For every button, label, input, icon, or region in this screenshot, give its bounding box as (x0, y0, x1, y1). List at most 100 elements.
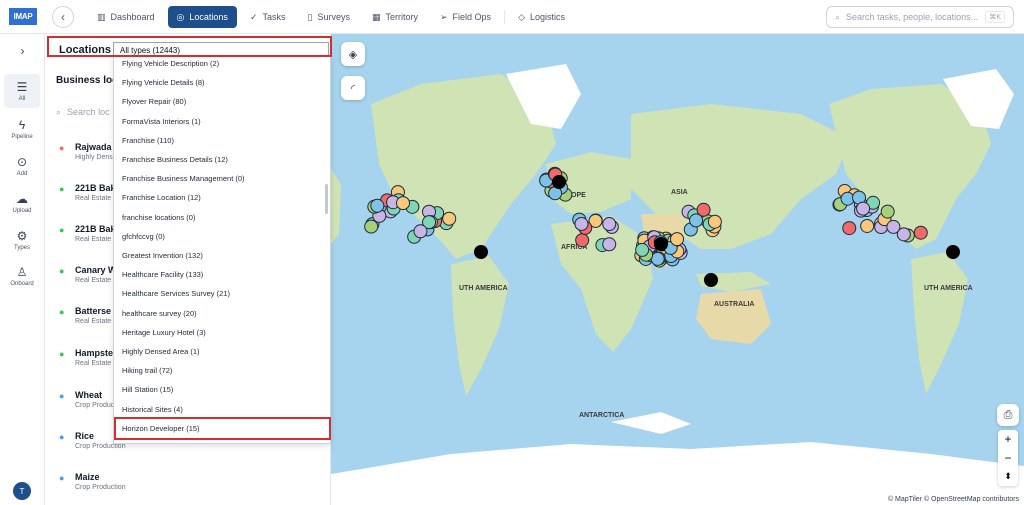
dropdown-option[interactable]: Historical Sites (4) (122, 405, 183, 414)
nav-field-ops[interactable]: ➢ Field Ops (431, 6, 500, 28)
nav-territory[interactable]: ▦ Territory (363, 6, 427, 28)
map-marker[interactable] (413, 224, 428, 239)
nav-tasks[interactable]: ✓ Tasks (241, 6, 295, 28)
nav-logistics[interactable]: ◇ Logistics (509, 6, 574, 28)
app-logo[interactable]: IMAP (9, 8, 37, 25)
print-button[interactable]: ⎙ (997, 404, 1019, 426)
map-marker[interactable] (602, 237, 617, 252)
map-marker[interactable] (552, 175, 566, 189)
map-marker[interactable] (704, 273, 718, 287)
zoom-controls: + − ⬍ (998, 430, 1018, 486)
location-pin-icon: ◎ (176, 11, 185, 22)
dropdown-option[interactable]: franchise locations (0) (122, 213, 195, 222)
map-marker[interactable] (442, 211, 457, 226)
rail-item-types[interactable]: ⚙ Types (4, 223, 40, 257)
dropdown-option[interactable]: Flying Vehicle Details (8) (122, 78, 205, 87)
location-pin-icon: ● (59, 307, 65, 317)
dropdown-option[interactable]: Greatest Invention (132) (122, 251, 203, 260)
rail-item-pipeline[interactable]: ϟ Pipeline (4, 112, 40, 146)
gear-icon: ⚙ (16, 229, 28, 243)
dropdown-option[interactable]: Hiking trail (72) (122, 366, 172, 375)
rail-item-onboard[interactable]: ♙ Onboard (4, 259, 40, 293)
dropdown-option[interactable]: Franchise Business Management (0) (122, 174, 245, 183)
pin-add-icon: ⊙ (16, 155, 28, 169)
dropdown-option[interactable]: Healthcare Services Survey (21) (122, 289, 230, 298)
nav-surveys[interactable]: ▯ Surveys (299, 6, 359, 28)
compass-button[interactable]: ⬍ (998, 467, 1018, 486)
chart-icon: ▥ (97, 11, 106, 22)
map-marker[interactable] (689, 213, 704, 228)
map-marker[interactable] (654, 237, 668, 251)
location-name: Canary W (75, 265, 117, 275)
back-button[interactable]: ‹ (52, 6, 74, 28)
map-marker[interactable] (707, 214, 722, 229)
nav-dashboard[interactable]: ▥ Dashboard (88, 6, 164, 28)
main-nav: ▥ Dashboard ◎ Locations ✓ Tasks ▯ Surveys ▦ T… (88, 6, 574, 28)
dropdown-option[interactable]: Healthcare Facility (133) (122, 270, 203, 279)
dropdown-option[interactable]: Franchise Location (12) (122, 193, 201, 202)
location-pin-icon: ● (59, 432, 65, 442)
zoom-out-button[interactable]: − (998, 449, 1018, 468)
expand-rail-button[interactable]: › (0, 42, 45, 60)
location-pin-icon: ● (59, 184, 65, 194)
map-marker[interactable] (842, 221, 857, 236)
map-region-label: AUSTRALIA (714, 301, 754, 308)
box-icon: ◇ (518, 11, 525, 22)
map-marker[interactable] (635, 242, 650, 257)
dropdown-option[interactable]: FormaVista Interiors (1) (122, 117, 201, 126)
dropdown-option[interactable]: Hill Station (15) (122, 385, 173, 394)
app-root: IMAP ‹ ▥ Dashboard ◎ Locations ✓ Tasks ▯ Sur… (0, 0, 1024, 505)
location-category: Real Estate (75, 195, 112, 202)
dropdown-option[interactable]: Highly Densed Area (1) (122, 347, 200, 356)
map-marker[interactable] (670, 232, 685, 247)
rail-item-add[interactable]: ⊙ Add (4, 149, 40, 183)
map-marker[interactable] (474, 245, 488, 259)
map-marker[interactable] (575, 233, 590, 248)
map-region-label: UTH AMERICA (459, 285, 508, 292)
map-canvas[interactable]: ASIAAFRICAUTH AMERICAAUSTRALIAANTARCTICA… (331, 34, 1024, 505)
dropdown-option[interactable]: Flying Vehicle Description (2) (122, 59, 219, 68)
world-map[interactable]: ASIA AFRICA UTH AMERICA AUSTRALIA ANTARCTICA… (331, 34, 1024, 505)
nav-separator (504, 10, 506, 24)
search-icon: ⌕ (835, 11, 841, 22)
map-marker[interactable] (946, 245, 960, 259)
map-marker[interactable] (880, 204, 895, 219)
dropdown-option[interactable]: Flyover Repair (80) (122, 97, 186, 106)
location-pin-icon: ● (59, 391, 65, 401)
check-icon: ✓ (249, 11, 258, 22)
highlight-type-selector (47, 36, 332, 57)
dropdown-option[interactable]: healthcare survey (20) (122, 309, 197, 318)
dropdown-option[interactable]: Franchise Business Details (12) (122, 155, 228, 164)
map-marker[interactable] (370, 198, 385, 213)
map-marker[interactable] (886, 219, 901, 234)
dropdown-option[interactable]: Heritage Luxury Hotel (3) (122, 328, 206, 337)
location-name: Maize (75, 472, 100, 482)
map-marker[interactable] (396, 196, 411, 211)
map-marker[interactable] (913, 225, 928, 240)
map-marker[interactable] (364, 219, 379, 234)
layers-button[interactable]: ◈ (341, 42, 365, 66)
location-name: Batterse (75, 306, 112, 316)
rail-item-upload[interactable]: ☁ Upload (4, 186, 40, 220)
map-marker[interactable] (856, 201, 871, 216)
map-marker[interactable] (574, 216, 589, 231)
rail-item-all[interactable]: ☰ All (4, 74, 40, 108)
location-category: Real Estate (75, 236, 112, 243)
map-marker[interactable] (860, 218, 875, 233)
dropdown-scrollbar[interactable] (325, 184, 328, 214)
map-marker[interactable] (650, 251, 665, 266)
nav-locations[interactable]: ◎ Locations (167, 6, 237, 28)
dropdown-option[interactable]: Franchise (110) (122, 136, 174, 145)
map-region-label: ASIA (671, 189, 688, 196)
type-dropdown-list[interactable]: Flying Vehicle Description (2) Flying Veh… (113, 55, 331, 444)
global-search-input[interactable]: ⌕ Search tasks, people, locations... ⌘K (826, 6, 1014, 28)
clipboard-icon: ▯ (307, 11, 313, 22)
left-rail: › ☰ All ϟ Pipeline ⊙ Add ☁ Upload ⚙ Types ♙ On… (0, 34, 45, 505)
location-name: Wheat (75, 390, 102, 400)
user-avatar[interactable]: T (13, 482, 31, 500)
location-search-input[interactable]: ⌕ Search loc (56, 102, 116, 122)
dropdown-option[interactable]: gfchfccvg (0) (122, 232, 165, 241)
map-marker[interactable] (602, 217, 617, 232)
zoom-in-button[interactable]: + (998, 430, 1018, 449)
send-icon: ➢ (440, 11, 448, 22)
